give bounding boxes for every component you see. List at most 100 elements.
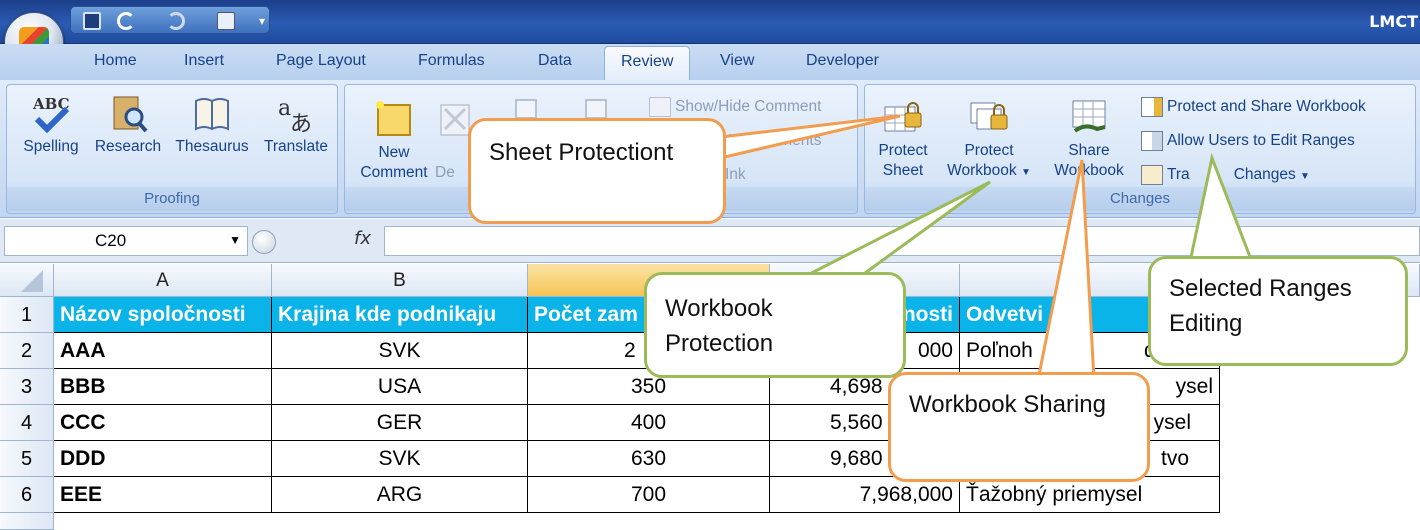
cell-c5[interactable]: 630 — [528, 441, 770, 477]
callout-workbook-sharing: Workbook Sharing — [888, 372, 1150, 482]
new-comment-button[interactable]: New Comment — [357, 99, 431, 183]
name-box[interactable]: C20 ▼ — [4, 226, 248, 256]
research-button[interactable]: Research — [89, 93, 167, 157]
cell-a4[interactable]: CCC — [54, 405, 272, 441]
translate-label: Translate — [263, 138, 329, 155]
tab-developer[interactable]: Developer — [806, 52, 879, 70]
cell-e2-text-a: Poľnoh — [966, 339, 1033, 362]
show-ink-button[interactable]: Ink — [725, 163, 746, 187]
show-hide-comment-icon — [649, 96, 671, 117]
show-ink-label: Ink — [725, 166, 746, 183]
changes-group-label: Changes — [865, 187, 1415, 211]
callout-workbook-protection-text-1: Workbook — [665, 295, 773, 322]
protect-and-share-icon — [1141, 96, 1163, 117]
track-changes-dropdown-icon: ▼ — [1300, 171, 1310, 182]
track-changes-button[interactable]: Tra Changes ▼ — [1141, 163, 1310, 187]
redo-icon[interactable] — [167, 12, 185, 30]
callout-sheet-protection-text: Sheet Protectiont — [489, 139, 674, 166]
show-all-comments-button[interactable]: All Comments — [725, 129, 821, 153]
show-all-comments-label: All Comments — [725, 132, 822, 149]
share-workbook-label-2: Workbook — [1054, 162, 1124, 179]
chevron-down-icon: ▼ — [1020, 167, 1031, 178]
protect-workbook-label-1: Protect — [964, 142, 1014, 159]
callout-workbook-sharing-text: Workbook Sharing — [909, 391, 1106, 418]
tab-data[interactable]: Data — [538, 52, 572, 70]
protect-and-share-button[interactable]: Protect and Share Workbook — [1141, 95, 1366, 119]
cell-b2[interactable]: SVK — [272, 333, 528, 369]
translate-button[interactable]: aあ Translate — [257, 93, 335, 157]
cell-c6[interactable]: 700 — [528, 477, 770, 513]
cell-a1[interactable]: Názov spoločnosti — [54, 297, 272, 333]
research-icon — [113, 96, 148, 133]
fx-label: fx — [354, 228, 371, 249]
callout-sheet-protection: Sheet Protectiont — [468, 118, 726, 224]
tab-formulas[interactable]: Formulas — [418, 52, 485, 70]
spelling-icon: ABC — [32, 95, 70, 134]
tab-page-layout[interactable]: Page Layout — [276, 52, 366, 70]
share-workbook-button[interactable]: Share Workbook — [1045, 97, 1133, 181]
undo-icon[interactable] — [117, 12, 135, 30]
delete-comment-button[interactable]: De — [435, 99, 470, 183]
protect-and-share-label: Protect and Share Workbook — [1167, 98, 1366, 115]
proofing-group: ABC Spelling Research Thesaurus aあ Trans… — [6, 84, 338, 214]
allow-users-icon — [1141, 130, 1163, 151]
changes-group: Protect Sheet Protect Workbook ▼ Share W… — [864, 84, 1416, 214]
thesaurus-button[interactable]: Thesaurus — [167, 93, 257, 157]
select-all-icon — [20, 270, 43, 292]
name-box-dropdown-icon[interactable]: ▼ — [229, 233, 241, 247]
row-header-partial[interactable] — [0, 513, 54, 530]
cell-b4[interactable]: GER — [272, 405, 528, 441]
next-comment-icon — [585, 98, 607, 119]
select-all-corner[interactable] — [0, 264, 54, 297]
cell-d6[interactable]: 7,968,000 — [770, 477, 960, 513]
protect-workbook-label-2: Workbook ▼ — [947, 162, 1031, 179]
research-label: Research — [94, 138, 162, 155]
cell-b1[interactable]: Krajina kde podnikaju — [272, 297, 528, 333]
show-hide-comment-label: Show/Hide Comment — [675, 98, 822, 115]
row-header[interactable]: 3 — [0, 369, 54, 405]
svg-text:あ: あ — [290, 112, 312, 135]
customize-qat-icon[interactable]: ▾ — [259, 12, 269, 30]
tab-home[interactable]: Home — [94, 52, 137, 70]
allow-users-label: Allow Users to Edit Ranges — [1167, 132, 1355, 149]
formula-input[interactable] — [384, 226, 1420, 256]
column-header-b[interactable]: B — [272, 264, 528, 297]
row-header[interactable]: 2 — [0, 333, 54, 369]
thesaurus-icon — [195, 98, 229, 131]
previous-comment-icon — [515, 98, 537, 119]
cell-b5[interactable]: SVK — [272, 441, 528, 477]
tab-view[interactable]: View — [720, 52, 754, 70]
insert-function-icon[interactable]: fx — [250, 228, 384, 254]
form-icon[interactable] — [217, 12, 235, 30]
row-header[interactable]: 4 — [0, 405, 54, 441]
row-header[interactable]: 1 — [0, 297, 54, 333]
cell-a3[interactable]: BBB — [54, 369, 272, 405]
share-workbook-icon — [1072, 100, 1106, 133]
cell-a5[interactable]: DDD — [54, 441, 272, 477]
cell-a6[interactable]: EEE — [54, 477, 272, 513]
spelling-button[interactable]: ABC Spelling — [13, 93, 89, 157]
cell-b6[interactable]: ARG — [272, 477, 528, 513]
cell-a2[interactable]: AAA — [54, 333, 272, 369]
track-changes-label-partial: Tra — [1167, 166, 1190, 183]
protect-sheet-icon — [884, 102, 922, 132]
proofing-group-label: Proofing — [7, 187, 337, 211]
protect-workbook-button[interactable]: Protect Workbook ▼ — [937, 97, 1041, 183]
callout-selected-ranges: Selected Ranges Editing — [1148, 256, 1408, 366]
row-header[interactable]: 6 — [0, 477, 54, 513]
ribbon-tabs: Home Insert Page Layout Formulas Data Re… — [0, 44, 1420, 82]
show-hide-comment-button[interactable]: Show/Hide Comment — [649, 95, 821, 119]
allow-users-edit-ranges-button[interactable]: Allow Users to Edit Ranges — [1141, 129, 1355, 153]
callout-workbook-protection-text-2: Protection — [665, 330, 774, 357]
spelling-label: Spelling — [23, 138, 79, 155]
tab-review[interactable]: Review — [604, 46, 691, 82]
cell-c4[interactable]: 400 — [528, 405, 770, 441]
row-header[interactable]: 5 — [0, 441, 54, 477]
save-icon[interactable] — [83, 12, 101, 30]
cell-e6[interactable]: Ťažobný priemysel — [960, 477, 1220, 513]
tab-insert[interactable]: Insert — [184, 52, 224, 70]
protect-sheet-button[interactable]: Protect Sheet — [871, 97, 935, 181]
cell-b3[interactable]: USA — [272, 369, 528, 405]
thesaurus-label: Thesaurus — [175, 138, 249, 155]
column-header-a[interactable]: A — [54, 264, 272, 297]
